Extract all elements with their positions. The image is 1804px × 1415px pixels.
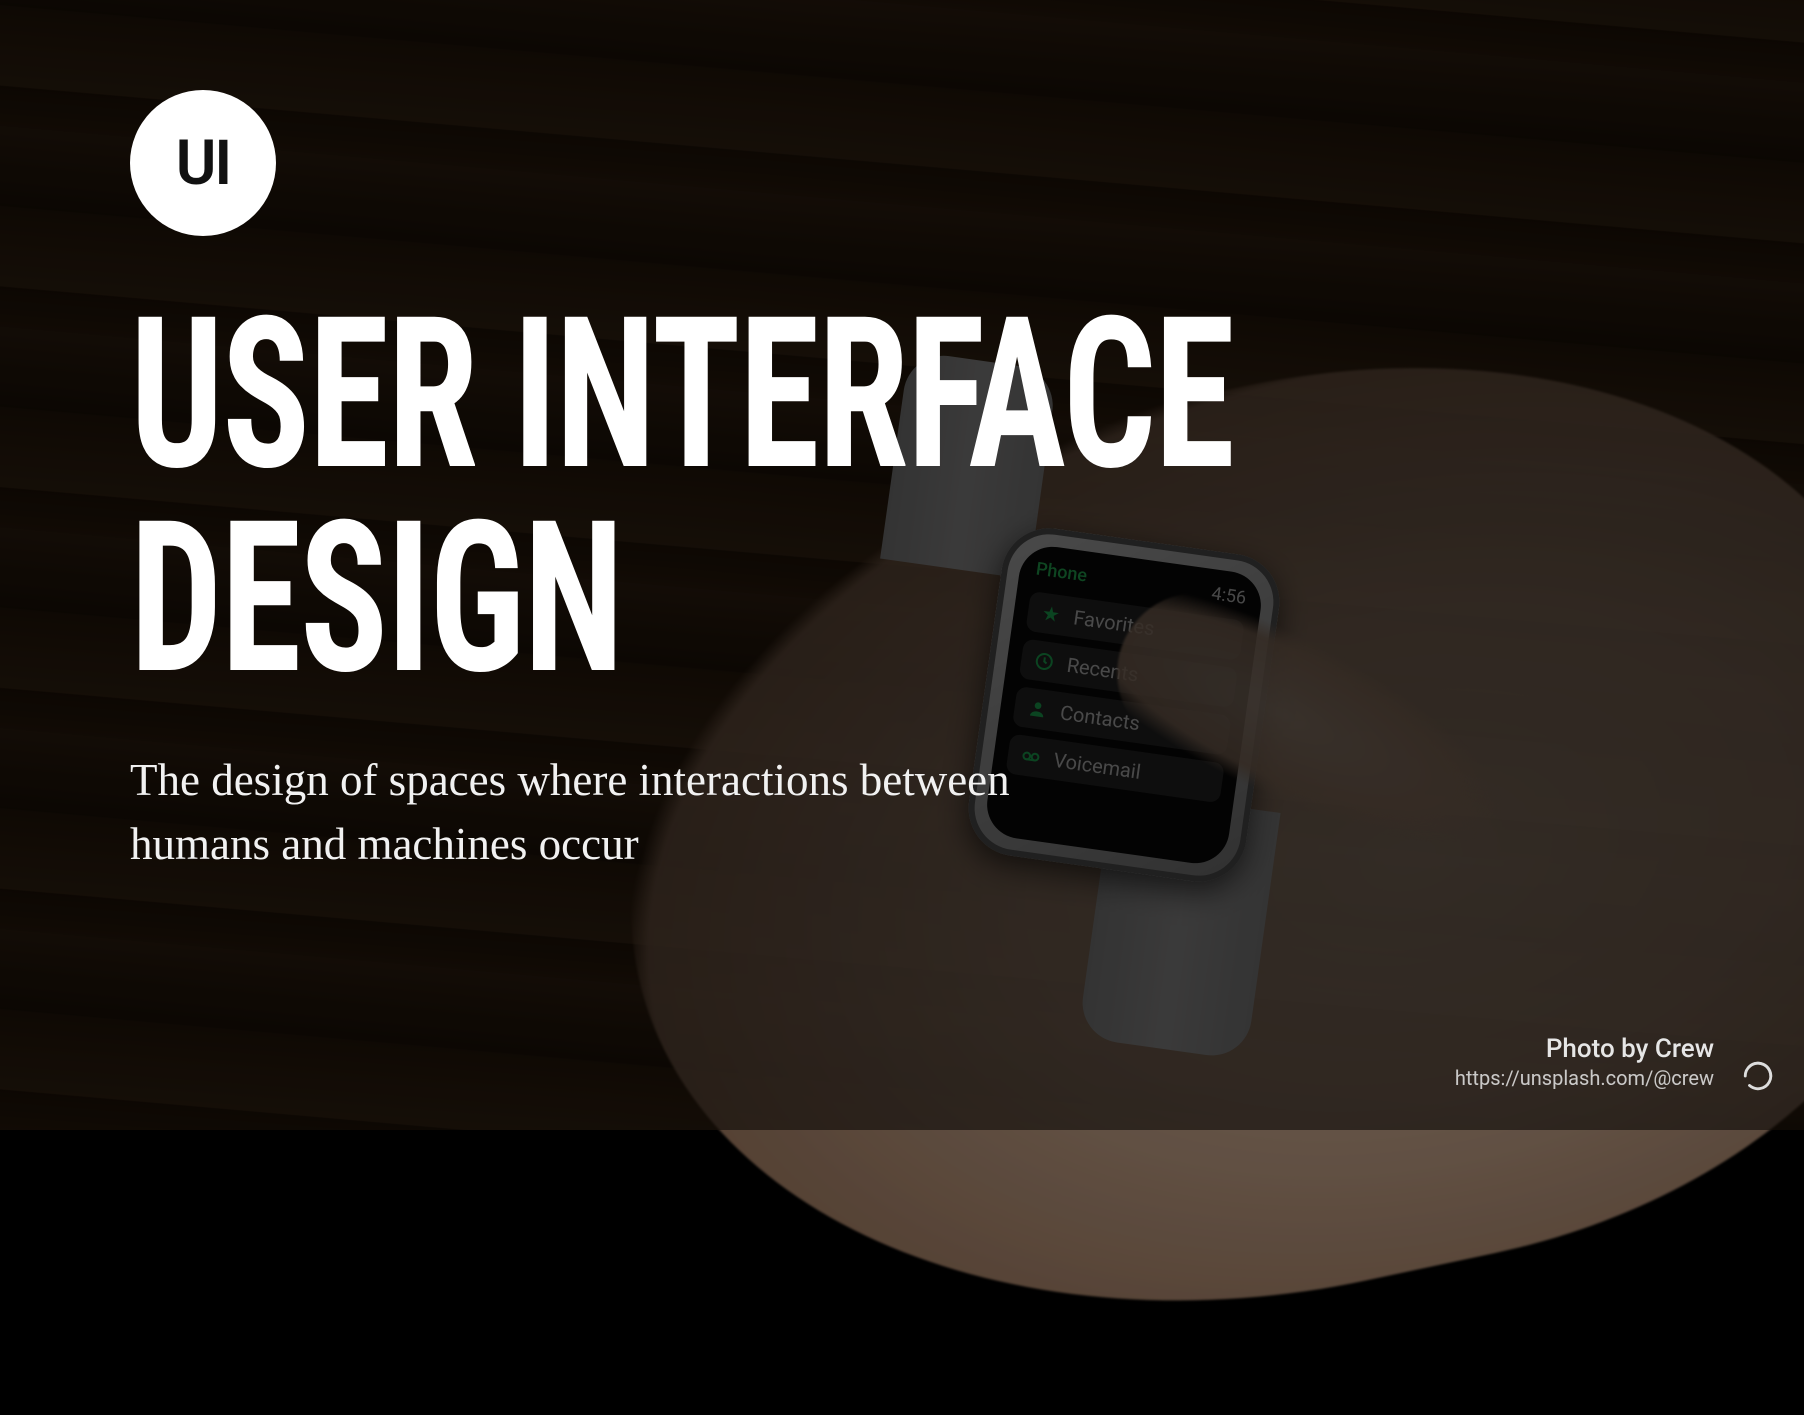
ui-badge: UI: [130, 90, 276, 236]
photo-credit: Photo by Crew https://unsplash.com/@crew: [1455, 1034, 1714, 1090]
slide: Phone 4:56 ★ Favorites Recents Contacts: [0, 0, 1804, 1130]
photo-credit-url: https://unsplash.com/@crew: [1455, 1066, 1714, 1090]
slide-title: USER INTERFACE DESIGN: [130, 294, 1233, 701]
photo-credit-author: Photo by Crew: [1455, 1034, 1714, 1064]
refresh-icon[interactable]: [1738, 1056, 1778, 1096]
ui-badge-label: UI: [176, 127, 231, 200]
text-block: UI USER INTERFACE DESIGN The design of s…: [130, 90, 1545, 877]
slide-subtitle: The design of spaces where interactions …: [130, 749, 1030, 877]
